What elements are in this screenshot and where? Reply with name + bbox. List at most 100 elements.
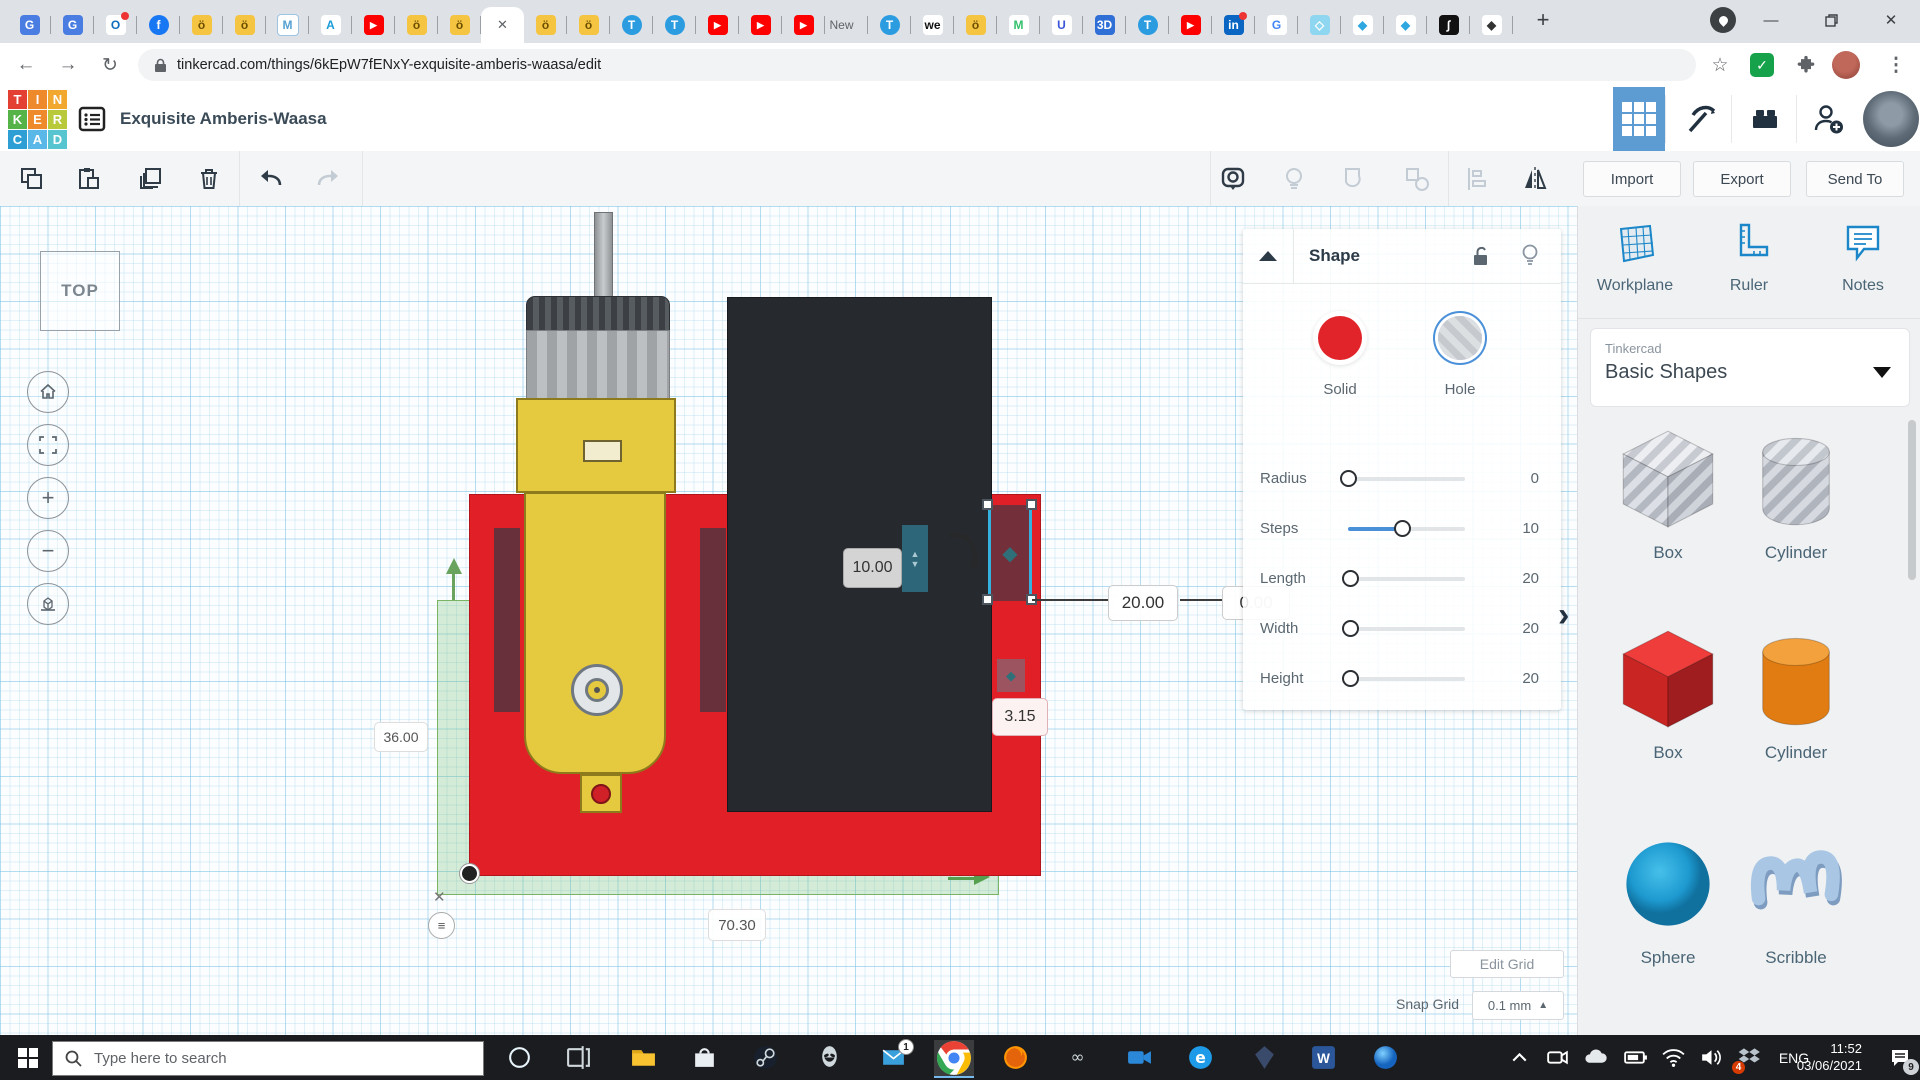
taskbar-app-edge[interactable]: e <box>1187 1044 1214 1071</box>
browser-tab-tinkercad[interactable]: T <box>653 7 696 43</box>
solid-option[interactable] <box>1318 316 1362 360</box>
delete-icon[interactable] <box>195 165 223 193</box>
mirror-icon[interactable] <box>1521 165 1549 193</box>
user-avatar[interactable] <box>1862 87 1920 151</box>
browser-tab-cura[interactable]: ◆ <box>1341 7 1384 43</box>
browser-tab-medium[interactable]: M <box>997 7 1040 43</box>
import-button[interactable]: Import <box>1583 161 1681 197</box>
taskbar-app-task-view[interactable] <box>565 1044 592 1071</box>
shape-library-select[interactable]: Tinkercad Basic Shapes <box>1590 328 1910 407</box>
window-close-button[interactable]: ✕ <box>1868 0 1914 40</box>
design-menu-button[interactable] <box>71 87 113 151</box>
fit-view-button[interactable] <box>27 424 69 466</box>
browser-tab-robot[interactable]: ö <box>524 7 567 43</box>
browser-tab-facebook[interactable]: f <box>137 7 180 43</box>
tray-onedrive-icon[interactable] <box>1582 1044 1609 1071</box>
ungroup-icon[interactable] <box>1403 165 1431 193</box>
browser-tab-youtube[interactable]: ▶ <box>352 7 395 43</box>
taskbar-app-video-call[interactable] <box>1126 1044 1153 1071</box>
reload-icon[interactable]: ↻ <box>92 43 128 87</box>
browser-tab-youtube[interactable]: ▶ <box>696 7 739 43</box>
taskbar-app-sphere[interactable] <box>1372 1044 1399 1071</box>
zoom-in-button[interactable]: + <box>27 477 69 519</box>
slider-track[interactable] <box>1342 570 1465 587</box>
browser-tab-tinkercad[interactable]: T <box>610 7 653 43</box>
action-center-icon[interactable]: 9 <box>1886 1044 1919 1075</box>
tray-wifi-icon[interactable] <box>1660 1044 1687 1071</box>
start-button[interactable] <box>14 1044 41 1071</box>
scale-handle-small[interactable]: ◆ <box>1006 668 1016 684</box>
address-bar[interactable]: tinkercad.com/things/6kEpW7fENxY-exquisi… <box>138 49 1696 81</box>
window-restore-button[interactable] <box>1808 0 1854 40</box>
zoom-out-button[interactable]: − <box>27 530 69 572</box>
new-tab-button[interactable]: + <box>1520 0 1566 40</box>
browser-tab-youtube[interactable]: ▶ <box>782 7 825 43</box>
browser-tab-tinkercad[interactable]: T <box>1126 7 1169 43</box>
tab-close-icon[interactable]: ✕ <box>497 17 508 33</box>
slider-track[interactable] <box>1342 670 1465 687</box>
extensions-puzzle-icon[interactable] <box>1788 43 1824 87</box>
taskbar-app-word[interactable]: W <box>1310 1044 1337 1071</box>
browser-tab-robot[interactable]: ö <box>954 7 997 43</box>
inspector-collapse-button[interactable] <box>1243 229 1294 283</box>
motor-body-cylinder[interactable] <box>526 330 670 406</box>
ruler-options-icon[interactable]: ≡ <box>428 912 455 939</box>
browser-tab-newtab[interactable]: New <box>825 7 868 43</box>
slider-track[interactable] <box>1340 470 1465 487</box>
taskbar-app-mail[interactable]: 1 <box>880 1039 914 1071</box>
corner-handle-nw[interactable] <box>982 499 993 510</box>
browser-tab-inkscape[interactable]: ◆ <box>1470 7 1513 43</box>
browser-tab-youtube[interactable]: ▶ <box>739 7 782 43</box>
dimension-input-thickness[interactable]: 3.15 <box>992 698 1048 736</box>
browser-tab-tinkercad[interactable]: T <box>868 7 911 43</box>
motor-cap[interactable] <box>526 296 670 333</box>
motor-gearbox-body[interactable] <box>524 492 666 774</box>
forward-icon[interactable]: → <box>50 43 86 87</box>
browser-tab-jsfiddle[interactable]: ∫ <box>1427 7 1470 43</box>
shape-sphere[interactable]: Sphere <box>1608 829 1728 968</box>
inspect-icon[interactable] <box>1219 165 1247 193</box>
hole-option[interactable] <box>1438 316 1482 360</box>
brick-export-button[interactable] <box>1736 87 1794 151</box>
browser-tab-translate[interactable]: G <box>8 7 51 43</box>
duplicate-icon[interactable] <box>136 165 164 193</box>
browser-tab-threedee[interactable]: 3D <box>1083 7 1126 43</box>
copy-icon[interactable] <box>18 165 46 193</box>
height-drag-handle[interactable]: ▲ ▼ <box>902 525 928 592</box>
tray-chevron-up-icon[interactable] <box>1506 1044 1533 1071</box>
rotate-handle-icon[interactable] <box>938 528 984 574</box>
tray-volume-icon[interactable] <box>1698 1044 1725 1071</box>
browser-tab-udemy[interactable]: U <box>1040 7 1083 43</box>
taskbar-app-steam[interactable] <box>752 1044 779 1071</box>
lock-open-icon[interactable] <box>1469 244 1493 268</box>
snap-grid-select[interactable]: 0.1 mm ▲ <box>1472 991 1564 1020</box>
browser-tab-cura[interactable]: ◆ <box>1384 7 1427 43</box>
browser-tab-robot[interactable]: ö <box>180 7 223 43</box>
browser-tab-youtube[interactable]: ▶ <box>1169 7 1212 43</box>
send-to-button[interactable]: Send To <box>1806 161 1904 197</box>
paste-icon[interactable] <box>74 165 102 193</box>
view-cube[interactable]: TOP <box>40 251 120 331</box>
browser-tab-robot[interactable]: ö <box>223 7 266 43</box>
back-icon[interactable]: ← <box>8 43 44 87</box>
corner-handle-ne[interactable] <box>1026 499 1037 510</box>
scale-midpoint-handle[interactable]: ◆ <box>1002 541 1017 566</box>
extension-grammarly-icon[interactable]: ✓ <box>1744 43 1780 87</box>
browser-tab-translate[interactable]: G <box>51 7 94 43</box>
hole-slot-right[interactable] <box>700 528 726 712</box>
panel-scrollbar[interactable] <box>1908 420 1916 580</box>
tool-ruler[interactable]: Ruler <box>1704 220 1794 295</box>
slider-knob[interactable] <box>1393 520 1411 537</box>
chrome-menu-icon[interactable]: ⋮ <box>1878 43 1914 87</box>
shape-scribble[interactable]: Scribble <box>1736 829 1856 968</box>
profile-avatar[interactable] <box>1828 43 1864 87</box>
browser-tab-robot[interactable]: ö <box>438 7 481 43</box>
taskbar-app-gem[interactable] <box>1251 1044 1278 1071</box>
dimension-input-hole-length[interactable]: 20.00 <box>1108 585 1178 621</box>
perspective-button[interactable] <box>27 583 69 625</box>
shape-hole-box[interactable]: Box <box>1608 424 1728 563</box>
blocks-view-button[interactable] <box>1613 87 1665 151</box>
slider-knob[interactable] <box>1342 670 1360 687</box>
slider-knob[interactable] <box>1342 570 1360 587</box>
small-hole-shape[interactable]: ◆ <box>997 659 1025 692</box>
